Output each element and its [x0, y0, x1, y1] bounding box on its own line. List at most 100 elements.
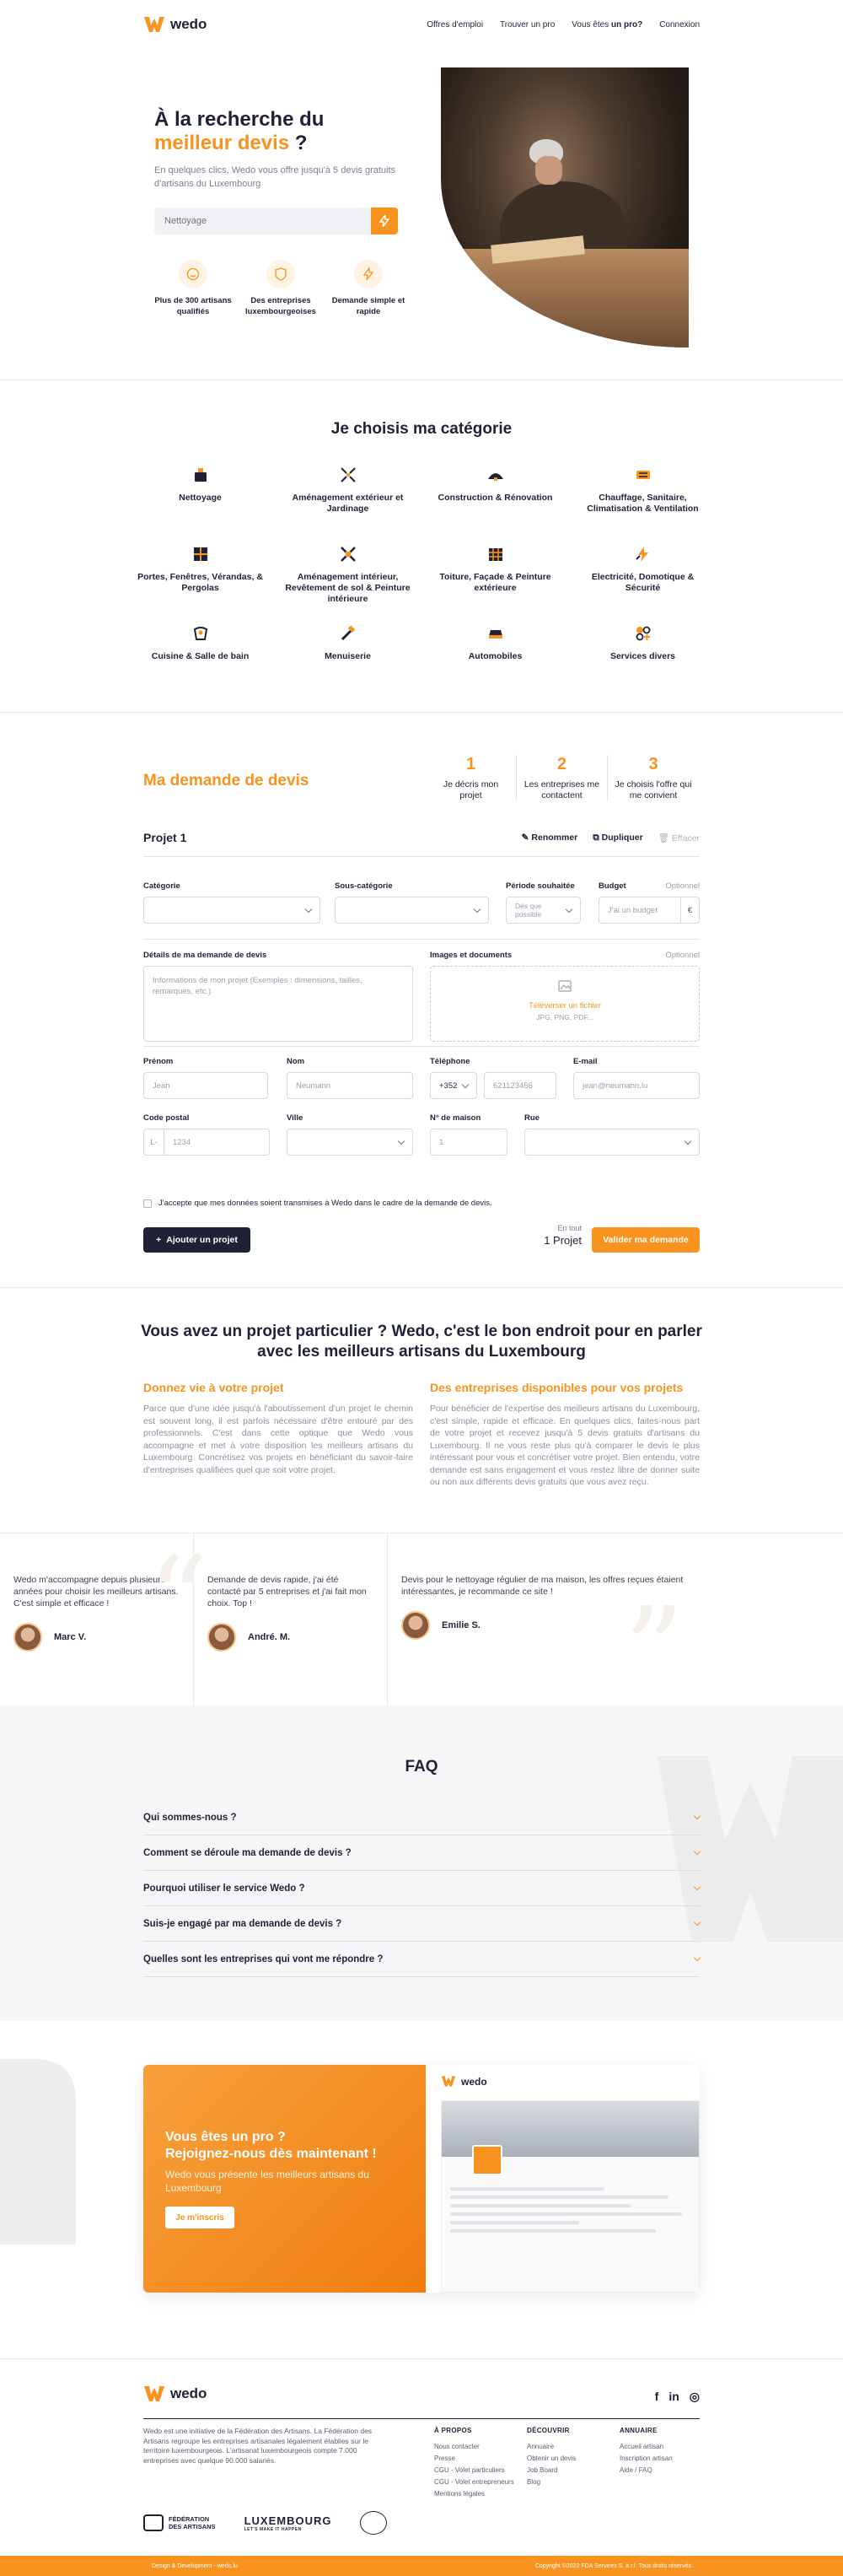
- period-select[interactable]: Dès que possible: [506, 897, 581, 924]
- about-section: Vous avez un projet particulier ? Wedo, …: [0, 1288, 843, 1533]
- faq-item[interactable]: Qui sommes-nous ?: [143, 1800, 701, 1835]
- rename-label: Renommer: [531, 832, 578, 843]
- pro-text: Wedo vous présente les meilleurs artisan…: [165, 2169, 369, 2194]
- category-car[interactable]: Automobiles: [422, 624, 569, 683]
- period-label: Période souhaitée: [506, 881, 575, 891]
- footer-credit[interactable]: Design & Development - wedo.lu: [152, 2563, 238, 2569]
- heating-icon: [634, 466, 652, 484]
- postal-input[interactable]: L- 1234: [143, 1129, 270, 1156]
- footer-link[interactable]: Annuaire: [527, 2441, 620, 2453]
- hero-title-highlight: meilleur devis: [154, 132, 290, 154]
- email-input[interactable]: jean@neumann.lu: [573, 1072, 700, 1099]
- street-select[interactable]: [524, 1129, 700, 1156]
- category-carpentry[interactable]: Menuiserie: [274, 624, 422, 683]
- federation-logo: FÉDÉRATION DES ARTISANS: [143, 2514, 216, 2531]
- firstname-input[interactable]: Jean: [143, 1072, 268, 1099]
- category-kitchen[interactable]: Cuisine & Salle de bain: [126, 624, 274, 683]
- lastname-input[interactable]: Neumann: [287, 1072, 413, 1099]
- search-bar: [154, 207, 398, 234]
- details-field: Détails de ma demande de devis Informati…: [143, 951, 413, 1042]
- phone-input[interactable]: 621123456: [484, 1072, 556, 1099]
- category-services[interactable]: Services divers: [569, 624, 717, 683]
- category-heating[interactable]: Chauffage, Sanitaire, Climatisation & Ve…: [569, 466, 717, 545]
- facebook-icon[interactable]: f: [655, 2390, 659, 2404]
- total-label: En tout: [557, 1224, 582, 1232]
- lastname-label: Nom: [287, 1057, 305, 1066]
- duplicate-button[interactable]: ⧉ Dupliquer: [593, 833, 642, 843]
- about-col2-title: Des entreprises disponibles pour vos pro…: [430, 1381, 684, 1394]
- chevron-down-icon: [461, 1081, 470, 1088]
- category-cleaning[interactable]: Nettoyage: [126, 466, 274, 545]
- footer-link[interactable]: Job Board: [527, 2465, 620, 2476]
- subcategory-select[interactable]: [335, 897, 489, 924]
- category-construction[interactable]: Construction & Rénovation: [422, 466, 569, 545]
- services-icon: [634, 624, 652, 643]
- search-input[interactable]: [154, 207, 371, 234]
- faq-item[interactable]: Suis-je engagé par ma demande de devis ?: [143, 1906, 701, 1942]
- chevron-down-icon: [693, 1918, 701, 1927]
- faq-item[interactable]: Quelles sont les entreprises qui vont me…: [143, 1942, 701, 1977]
- signup-button[interactable]: Je m'inscris: [165, 2207, 234, 2228]
- category-roof[interactable]: Toiture, Façade & Peinture extérieure: [422, 545, 569, 624]
- brand-logo[interactable]: wedo: [143, 15, 207, 34]
- rename-button[interactable]: ✎ Renommer: [522, 833, 578, 843]
- nav-login[interactable]: Connexion: [659, 20, 700, 30]
- linkedin-icon[interactable]: in: [668, 2390, 679, 2404]
- category-garden[interactable]: Aménagement extérieur et Jardinage: [274, 466, 422, 545]
- budget-input[interactable]: J'ai un budget €: [599, 897, 700, 924]
- fed-line1: FÉDÉRATION: [169, 2515, 210, 2523]
- footer-link[interactable]: Obtenir un devis: [527, 2453, 620, 2465]
- step-label: Les entreprises me contactent: [524, 779, 600, 800]
- footer-link[interactable]: Accueil artisan: [620, 2441, 712, 2453]
- author-name: André. M.: [248, 1632, 291, 1642]
- optional-label: Optionnel: [665, 951, 700, 960]
- step-number: 1: [465, 755, 476, 773]
- category-interior[interactable]: Aménagement intérieur, Revêtement de sol…: [274, 545, 422, 624]
- footer-link[interactable]: Nous contacter: [434, 2441, 527, 2453]
- nav-are-you-pro[interactable]: Vous êtes un pro?: [572, 20, 642, 30]
- hero-title-line1: À la recherche du: [154, 108, 325, 131]
- house-input[interactable]: 1: [430, 1129, 507, 1156]
- category-label: Nettoyage: [179, 493, 222, 503]
- footer-link[interactable]: Blog: [527, 2476, 620, 2488]
- nav-find-pro[interactable]: Trouver un pro: [500, 20, 555, 30]
- footer-link[interactable]: CGU - Volet entrepreneurs: [434, 2476, 527, 2488]
- footer-link[interactable]: Inscription artisan: [620, 2453, 712, 2465]
- footer-col-title: ANNUAIRE: [620, 2427, 658, 2434]
- partner-logos: FÉDÉRATION DES ARTISANS LUXEMBOURG LET'S M…: [143, 2511, 388, 2535]
- delete-button[interactable]: 🗑 Effacer: [658, 833, 700, 843]
- add-project-label: Ajouter un projet: [166, 1235, 238, 1245]
- faq-item[interactable]: Pourquoi utiliser le service Wedo ?: [143, 1871, 701, 1906]
- submit-quote-button[interactable]: Valider ma demande: [592, 1227, 700, 1253]
- footer-link[interactable]: Mentions légales: [434, 2488, 527, 2500]
- category-window[interactable]: Portes, Fenêtres, Vérandas, & Pergolas: [126, 545, 274, 624]
- details-textarea[interactable]: Informations de mon projet (Exemples : d…: [143, 966, 413, 1042]
- upload-dropzone[interactable]: Téléverser un fichier JPG, PNG, PDF...: [430, 966, 700, 1042]
- avatar: [207, 1623, 236, 1652]
- quote-open-icon: “: [148, 1532, 208, 1669]
- instagram-icon[interactable]: ◎: [690, 2390, 700, 2404]
- postal-placeholder: 1234: [173, 1137, 191, 1147]
- avatar: [401, 1611, 430, 1640]
- about-col2-text: Pour bénéficier de l'expertise des meill…: [430, 1404, 700, 1487]
- step-number: 2: [556, 755, 567, 773]
- footer-link[interactable]: Presse: [434, 2453, 527, 2465]
- phone-prefix-select[interactable]: +352: [430, 1072, 477, 1099]
- search-button[interactable]: [371, 207, 398, 234]
- footer-logo[interactable]: wedo: [143, 2385, 207, 2403]
- faq-item[interactable]: Comment se déroule ma demande de devis ?: [143, 1835, 701, 1871]
- nav-jobs[interactable]: Offres d'emploi: [427, 20, 483, 30]
- lux-tagline: LET'S MAKE IT HAPPEN: [244, 2526, 302, 2532]
- project-actions: ✎ Renommer ⧉ Dupliquer 🗑 Effacer: [522, 833, 700, 843]
- feature-label: Des entreprises luxembourgeoises: [245, 296, 316, 316]
- hero-content: À la recherche du meilleur devis ? En qu…: [154, 108, 407, 317]
- add-project-button[interactable]: + Ajouter un projet: [143, 1227, 250, 1253]
- footer-link[interactable]: CGU - Volet particuliers: [434, 2465, 527, 2476]
- city-select[interactable]: [287, 1129, 413, 1156]
- footer-link[interactable]: Aide / FAQ: [620, 2465, 712, 2476]
- roof-icon: [486, 545, 505, 563]
- category-electricity[interactable]: Electricité, Domotique & Sécurité: [569, 545, 717, 624]
- consent-checkbox[interactable]: [143, 1199, 152, 1208]
- category-select[interactable]: [143, 897, 320, 924]
- footer-columns: À PROPOS Nous contacter Presse CGU - Vol…: [434, 2427, 712, 2500]
